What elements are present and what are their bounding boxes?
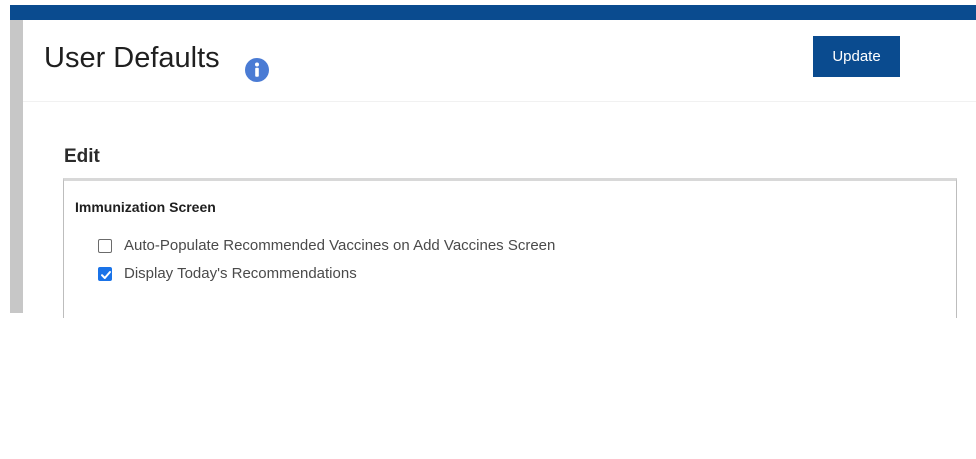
page-header: User Defaults Update bbox=[23, 20, 976, 102]
left-side-bar bbox=[10, 20, 23, 313]
page-title: User Defaults bbox=[44, 42, 220, 74]
option-auto-populate[interactable]: Auto-Populate Recommended Vaccines on Ad… bbox=[98, 237, 555, 254]
display-recommendations-checkbox[interactable] bbox=[98, 266, 112, 281]
edit-heading: Edit bbox=[64, 146, 100, 167]
update-button[interactable]: Update bbox=[813, 36, 900, 77]
page: User Defaults Update Edit Immunization S… bbox=[0, 0, 976, 459]
immunization-screen-panel: Immunization Screen Auto-Populate Recomm… bbox=[63, 178, 957, 318]
auto-populate-checkbox[interactable] bbox=[98, 238, 112, 253]
main-content: User Defaults Update Edit Immunization S… bbox=[23, 20, 976, 318]
option-display-recommendations[interactable]: Display Today's Recommendations bbox=[98, 265, 357, 282]
option-label: Auto-Populate Recommended Vaccines on Ad… bbox=[124, 237, 556, 254]
top-nav-bar bbox=[10, 5, 976, 20]
section-heading: Immunization Screen bbox=[75, 199, 216, 215]
checkmark-icon bbox=[101, 270, 111, 279]
info-icon[interactable] bbox=[245, 58, 269, 82]
option-label: Display Today's Recommendations bbox=[124, 265, 357, 282]
